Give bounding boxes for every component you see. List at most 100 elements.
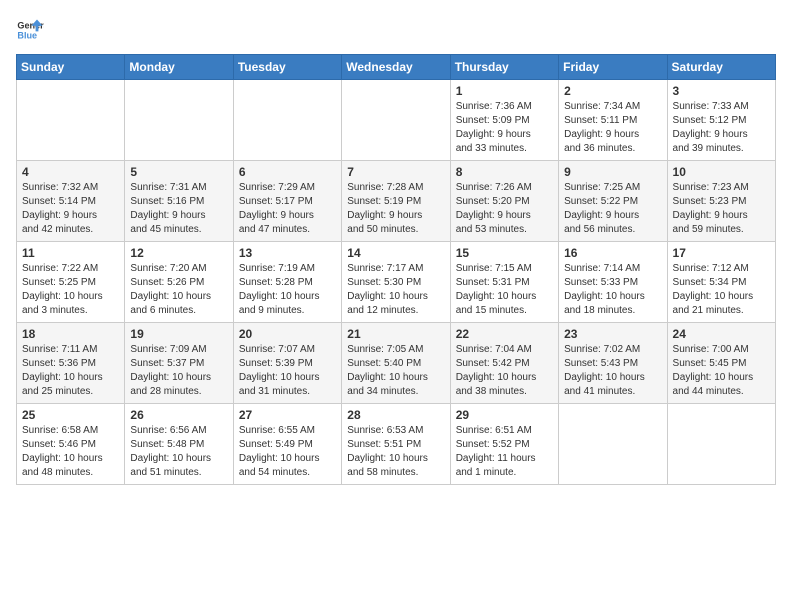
day-number: 11 [22, 246, 119, 260]
day-number: 17 [673, 246, 770, 260]
header-thursday: Thursday [450, 55, 558, 80]
day-info: Sunrise: 7:31 AM Sunset: 5:16 PM Dayligh… [130, 181, 227, 237]
day-number: 2 [564, 84, 661, 98]
svg-text:Blue: Blue [17, 30, 37, 40]
day-number: 5 [130, 165, 227, 179]
calendar-cell: 5 Sunrise: 7:31 AM Sunset: 5:16 PM Daylig… [125, 161, 233, 242]
day-info: Sunrise: 7:02 AM Sunset: 5:43 PM Dayligh… [564, 343, 661, 399]
calendar-cell: 10 Sunrise: 7:23 AM Sunset: 5:23 PM Dayli… [667, 161, 775, 242]
calendar-cell: 2 Sunrise: 7:34 AM Sunset: 5:11 PM Daylig… [559, 80, 667, 161]
calendar-cell: 26 Sunrise: 6:56 AM Sunset: 5:48 PM Dayli… [125, 404, 233, 485]
calendar-cell: 9 Sunrise: 7:25 AM Sunset: 5:22 PM Daylig… [559, 161, 667, 242]
day-number: 21 [347, 327, 444, 341]
day-number: 10 [673, 165, 770, 179]
day-info: Sunrise: 6:51 AM Sunset: 5:52 PM Dayligh… [456, 424, 553, 480]
day-number: 1 [456, 84, 553, 98]
day-number: 19 [130, 327, 227, 341]
header-monday: Monday [125, 55, 233, 80]
day-number: 23 [564, 327, 661, 341]
calendar-cell: 16 Sunrise: 7:14 AM Sunset: 5:33 PM Dayli… [559, 242, 667, 323]
day-info: Sunrise: 7:28 AM Sunset: 5:19 PM Dayligh… [347, 181, 444, 237]
day-info: Sunrise: 7:12 AM Sunset: 5:34 PM Dayligh… [673, 262, 770, 318]
day-number: 18 [22, 327, 119, 341]
calendar-cell: 19 Sunrise: 7:09 AM Sunset: 5:37 PM Dayli… [125, 323, 233, 404]
day-number: 26 [130, 408, 227, 422]
calendar-cell: 20Sunrise: 7:07 AM Sunset: 5:39 PM Dayli… [233, 323, 341, 404]
day-number: 12 [130, 246, 227, 260]
calendar-week-row: 4 Sunrise: 7:32 AM Sunset: 5:14 PM Daylig… [17, 161, 776, 242]
calendar-cell: 25 Sunrise: 6:58 AM Sunset: 5:46 PM Dayli… [17, 404, 125, 485]
calendar-cell: 4 Sunrise: 7:32 AM Sunset: 5:14 PM Daylig… [17, 161, 125, 242]
day-info: Sunrise: 7:00 AM Sunset: 5:45 PM Dayligh… [673, 343, 770, 399]
day-info: Sunrise: 7:22 AM Sunset: 5:25 PM Dayligh… [22, 262, 119, 318]
day-info: Sunrise: 7:19 AM Sunset: 5:28 PM Dayligh… [239, 262, 336, 318]
day-info: Sunrise: 7:23 AM Sunset: 5:23 PM Dayligh… [673, 181, 770, 237]
day-number: 25 [22, 408, 119, 422]
day-info: Sunrise: 7:09 AM Sunset: 5:37 PM Dayligh… [130, 343, 227, 399]
day-info: Sunrise: 7:36 AM Sunset: 5:09 PM Dayligh… [456, 100, 553, 156]
day-info: Sunrise: 7:29 AM Sunset: 5:17 PM Dayligh… [239, 181, 336, 237]
day-number: 4 [22, 165, 119, 179]
calendar-cell: 14Sunrise: 7:17 AM Sunset: 5:30 PM Dayli… [342, 242, 450, 323]
day-info: Sunrise: 6:55 AM Sunset: 5:49 PM Dayligh… [239, 424, 336, 480]
day-info: Sunrise: 7:15 AM Sunset: 5:31 PM Dayligh… [456, 262, 553, 318]
calendar-week-row: 11 Sunrise: 7:22 AM Sunset: 5:25 PM Dayli… [17, 242, 776, 323]
calendar-cell: 11 Sunrise: 7:22 AM Sunset: 5:25 PM Dayli… [17, 242, 125, 323]
header-saturday: Saturday [667, 55, 775, 80]
calendar-cell: 29 Sunrise: 6:51 AM Sunset: 5:52 PM Dayli… [450, 404, 558, 485]
day-number: 28 [347, 408, 444, 422]
calendar-cell: 17 Sunrise: 7:12 AM Sunset: 5:34 PM Dayli… [667, 242, 775, 323]
day-number: 20 [239, 327, 336, 341]
calendar-cell: 12 Sunrise: 7:20 AM Sunset: 5:26 PM Dayli… [125, 242, 233, 323]
calendar-cell: 3 Sunrise: 7:33 AM Sunset: 5:12 PM Daylig… [667, 80, 775, 161]
day-number: 24 [673, 327, 770, 341]
day-number: 8 [456, 165, 553, 179]
calendar-cell: 23 Sunrise: 7:02 AM Sunset: 5:43 PM Dayli… [559, 323, 667, 404]
calendar-cell: 21 Sunrise: 7:05 AM Sunset: 5:40 PM Dayli… [342, 323, 450, 404]
calendar-cell: 28 Sunrise: 6:53 AM Sunset: 5:51 PM Dayli… [342, 404, 450, 485]
calendar-cell: 1 Sunrise: 7:36 AM Sunset: 5:09 PM Daylig… [450, 80, 558, 161]
header-sunday: Sunday [17, 55, 125, 80]
day-number: 27 [239, 408, 336, 422]
day-number: 29 [456, 408, 553, 422]
calendar-table: SundayMondayTuesdayWednesdayThursdayFrid… [16, 54, 776, 485]
header-friday: Friday [559, 55, 667, 80]
day-number: 13 [239, 246, 336, 260]
calendar-cell [233, 80, 341, 161]
calendar-cell: 24 Sunrise: 7:00 AM Sunset: 5:45 PM Dayli… [667, 323, 775, 404]
calendar-cell [17, 80, 125, 161]
page-header: General Blue [16, 16, 776, 44]
calendar-week-row: 25 Sunrise: 6:58 AM Sunset: 5:46 PM Dayli… [17, 404, 776, 485]
day-info: Sunrise: 7:14 AM Sunset: 5:33 PM Dayligh… [564, 262, 661, 318]
day-info: Sunrise: 7:04 AM Sunset: 5:42 PM Dayligh… [456, 343, 553, 399]
calendar-cell: 18 Sunrise: 7:11 AM Sunset: 5:36 PM Dayli… [17, 323, 125, 404]
calendar-cell: 22 Sunrise: 7:04 AM Sunset: 5:42 PM Dayli… [450, 323, 558, 404]
day-info: Sunrise: 7:05 AM Sunset: 5:40 PM Dayligh… [347, 343, 444, 399]
day-info: Sunrise: 7:33 AM Sunset: 5:12 PM Dayligh… [673, 100, 770, 156]
day-info: Sunrise: 7:17 AM Sunset: 5:30 PM Dayligh… [347, 262, 444, 318]
day-info: Sunrise: 7:32 AM Sunset: 5:14 PM Dayligh… [22, 181, 119, 237]
calendar-cell: 15 Sunrise: 7:15 AM Sunset: 5:31 PM Dayli… [450, 242, 558, 323]
day-number: 9 [564, 165, 661, 179]
calendar-week-row: 18 Sunrise: 7:11 AM Sunset: 5:36 PM Dayli… [17, 323, 776, 404]
day-info: Sunrise: 7:34 AM Sunset: 5:11 PM Dayligh… [564, 100, 661, 156]
calendar-cell: 27 Sunrise: 6:55 AM Sunset: 5:49 PM Dayli… [233, 404, 341, 485]
calendar-cell: 7 Sunrise: 7:28 AM Sunset: 5:19 PM Daylig… [342, 161, 450, 242]
day-info: Sunrise: 7:26 AM Sunset: 5:20 PM Dayligh… [456, 181, 553, 237]
day-info: Sunrise: 7:20 AM Sunset: 5:26 PM Dayligh… [130, 262, 227, 318]
day-info: Sunrise: 6:53 AM Sunset: 5:51 PM Dayligh… [347, 424, 444, 480]
header-tuesday: Tuesday [233, 55, 341, 80]
logo-icon: General Blue [16, 16, 44, 44]
day-info: Sunrise: 7:25 AM Sunset: 5:22 PM Dayligh… [564, 181, 661, 237]
day-info: Sunrise: 6:56 AM Sunset: 5:48 PM Dayligh… [130, 424, 227, 480]
day-info: Sunrise: 7:11 AM Sunset: 5:36 PM Dayligh… [22, 343, 119, 399]
calendar-week-row: 1 Sunrise: 7:36 AM Sunset: 5:09 PM Daylig… [17, 80, 776, 161]
day-number: 15 [456, 246, 553, 260]
day-number: 16 [564, 246, 661, 260]
calendar-cell: 13 Sunrise: 7:19 AM Sunset: 5:28 PM Dayli… [233, 242, 341, 323]
day-info: Sunrise: 6:58 AM Sunset: 5:46 PM Dayligh… [22, 424, 119, 480]
logo: General Blue [16, 16, 44, 44]
day-number: 3 [673, 84, 770, 98]
day-number: 22 [456, 327, 553, 341]
day-number: 7 [347, 165, 444, 179]
